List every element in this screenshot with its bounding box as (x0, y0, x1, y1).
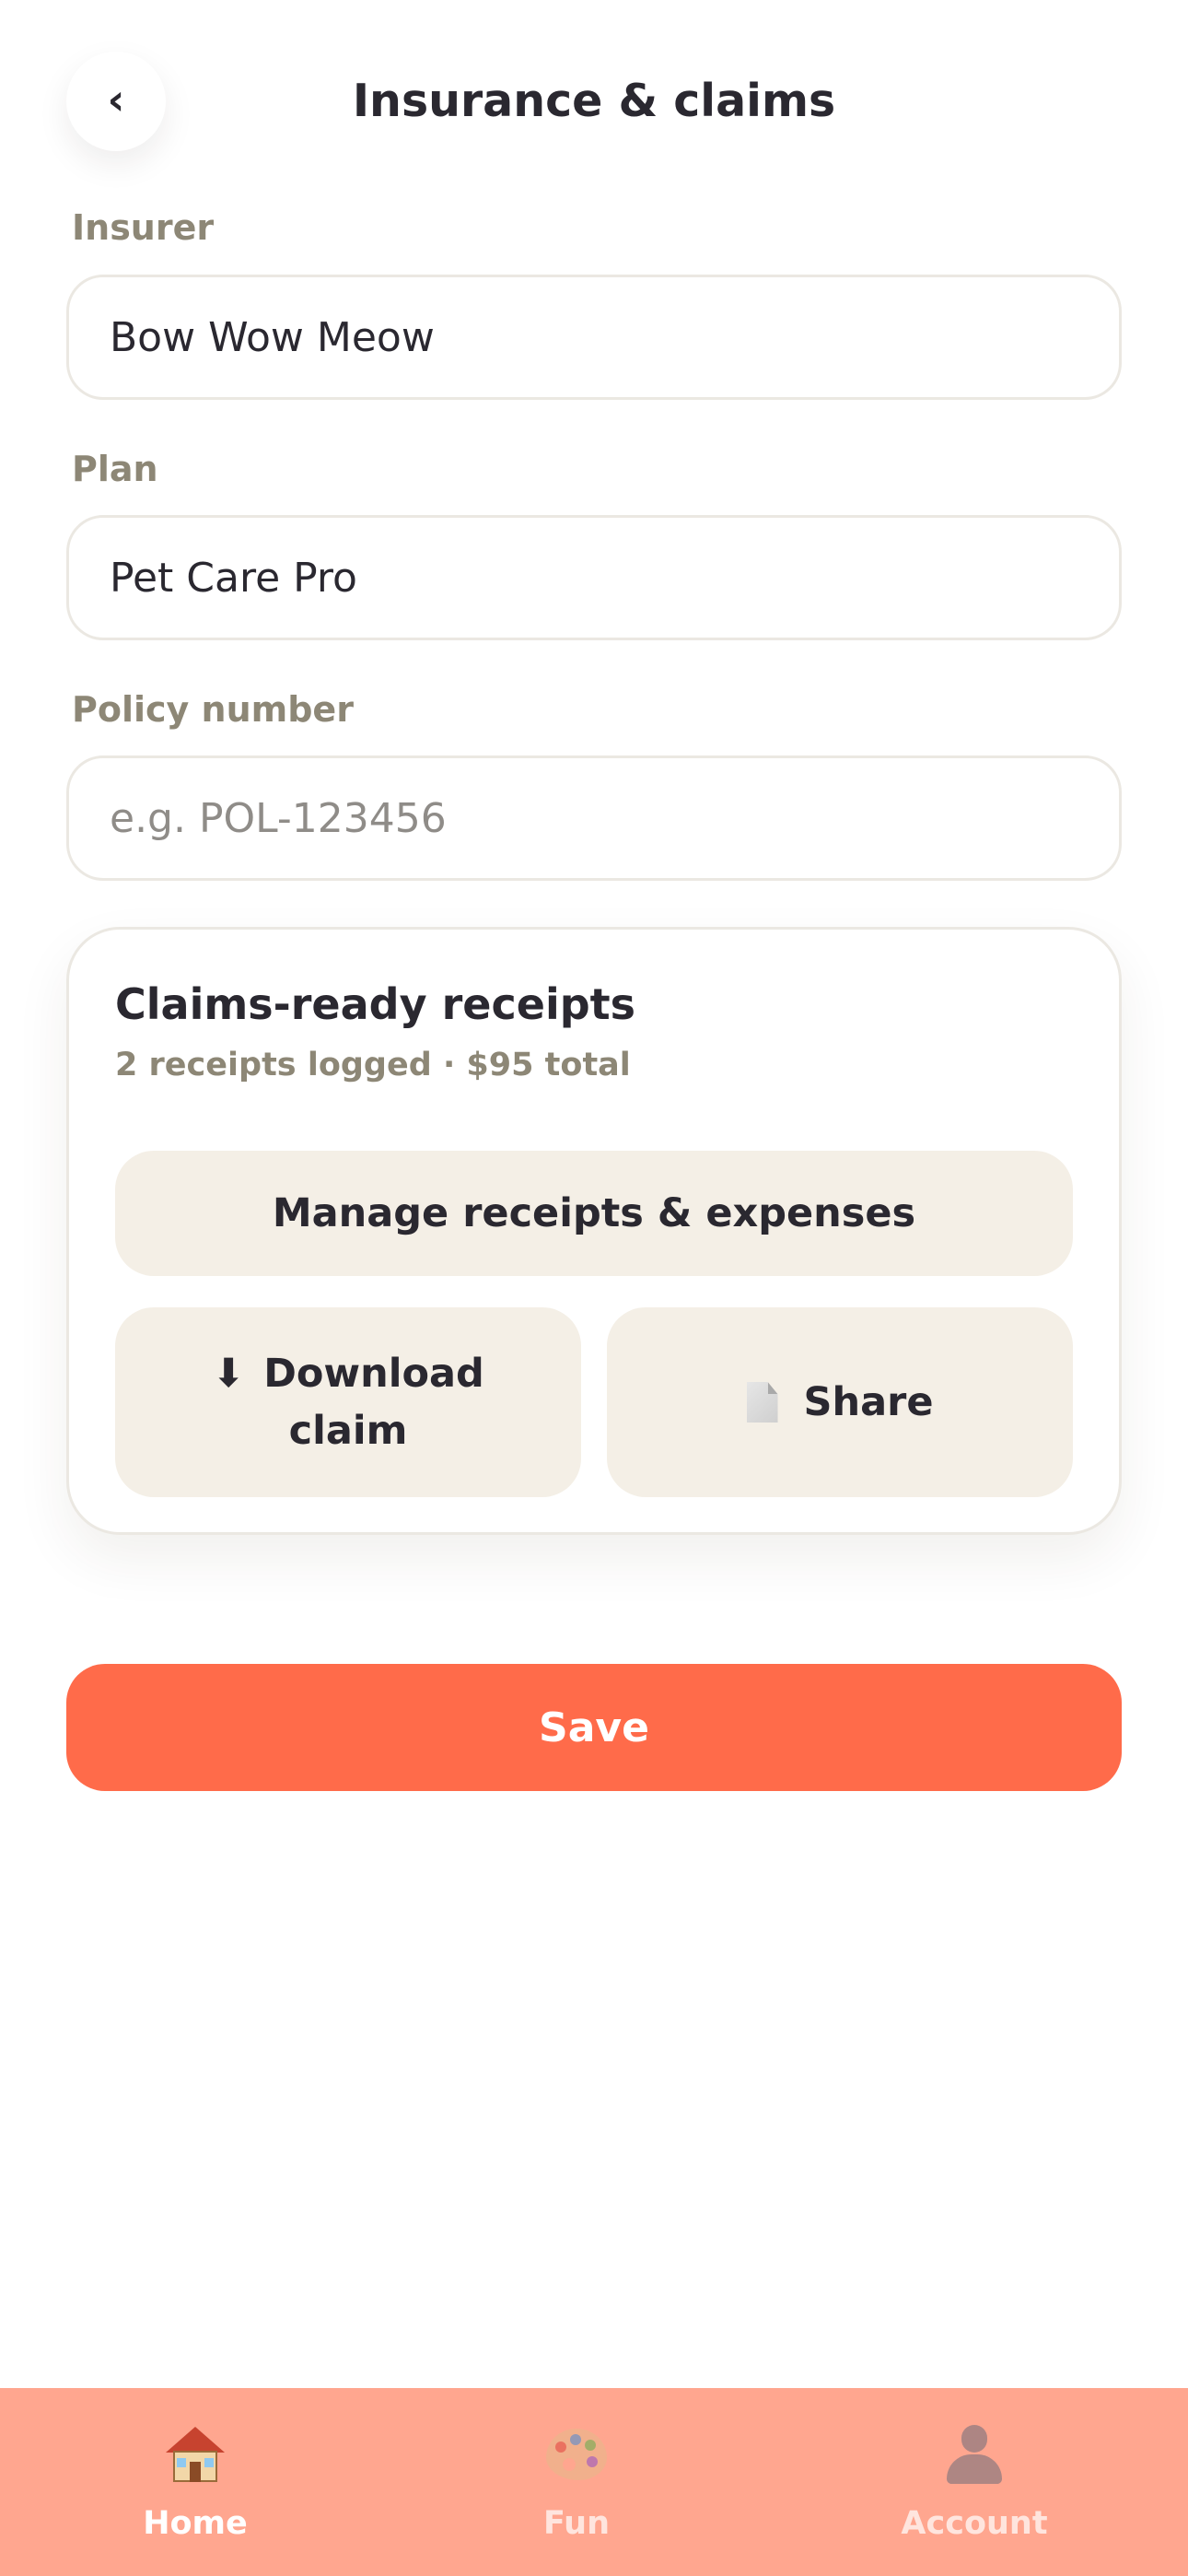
claims-card: Claims-ready receipts 2 receipts logged … (66, 927, 1122, 1535)
share-label: Share (803, 1379, 934, 1425)
save-label: Save (539, 1704, 649, 1751)
nav-label-fun: Fun (543, 2505, 610, 2542)
house-icon (57, 2419, 333, 2489)
person-icon (836, 2419, 1112, 2489)
palette-icon (438, 2419, 715, 2489)
bottom-nav: Home Fun Account (0, 2388, 1188, 2576)
insurer-label: Insurer (72, 207, 215, 248)
share-button[interactable]: Share (607, 1307, 1073, 1497)
claims-summary: 2 receipts logged · $95 total (115, 1047, 631, 1083)
manage-receipts-button[interactable]: Manage receipts & expenses (115, 1151, 1073, 1276)
claims-card-title: Claims-ready receipts (115, 979, 636, 1029)
nav-item-account[interactable]: Account (836, 2388, 1112, 2576)
nav-label-account: Account (901, 2505, 1048, 2542)
document-icon (746, 1382, 778, 1423)
plan-input[interactable] (66, 515, 1122, 640)
page-title: Insurance & claims (352, 75, 836, 127)
save-button[interactable]: Save (66, 1664, 1122, 1791)
policy-number-input[interactable] (66, 755, 1122, 881)
download-icon: ⬇ (212, 1351, 246, 1397)
nav-item-fun[interactable]: Fun (438, 2388, 715, 2576)
policy-number-label: Policy number (72, 689, 354, 730)
insurer-input[interactable] (66, 275, 1122, 400)
download-claim-button[interactable]: ⬇ Download claim (115, 1307, 581, 1497)
manage-receipts-label: Manage receipts & expenses (272, 1190, 916, 1236)
nav-label-home: Home (143, 2505, 248, 2542)
nav-item-home[interactable]: Home (57, 2388, 333, 2576)
download-claim-label: Download claim (263, 1351, 484, 1454)
plan-label: Plan (72, 449, 158, 489)
